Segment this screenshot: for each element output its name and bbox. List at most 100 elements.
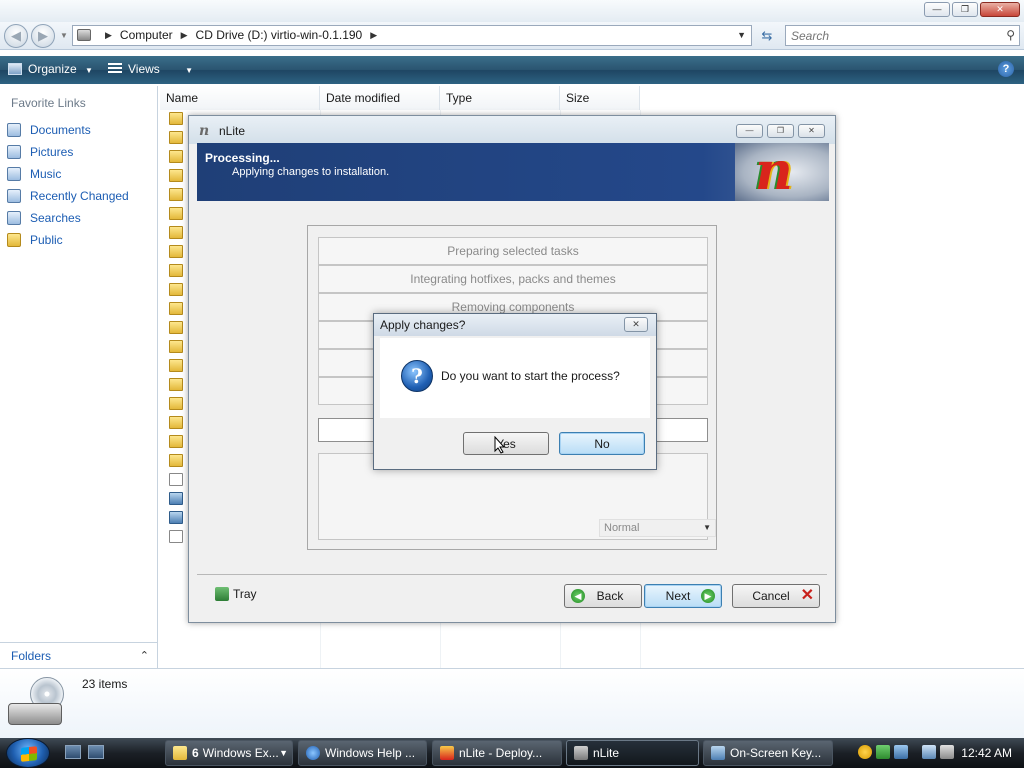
breadcrumb-arrow-icon[interactable]: ▶ [370, 26, 377, 45]
folder-icon[interactable] [169, 264, 183, 277]
taskbar-label: nLite [593, 746, 620, 760]
taskbar-clock[interactable]: 12:42 AM [961, 738, 1012, 768]
recent-pages-dropdown[interactable]: ▼ [60, 31, 68, 40]
maximize-button[interactable]: ❐ [952, 2, 978, 17]
column-header-size[interactable]: Size [560, 86, 640, 110]
yes-button[interactable]: Yes [463, 432, 549, 455]
address-box[interactable]: ▶ Computer ▶ CD Drive (D:) virtio-win-0.… [72, 25, 752, 46]
taskbar-windows-help[interactable]: Windows Help ... [298, 740, 427, 766]
nlite-close-button[interactable]: ✕ [798, 124, 825, 138]
network-icon[interactable] [922, 745, 936, 759]
taskbar-label: Windows Help ... [325, 746, 416, 760]
autorun-icon[interactable] [169, 530, 183, 543]
folder-icon[interactable] [169, 169, 183, 182]
chevron-down-icon: ▼ [85, 66, 93, 75]
organize-button[interactable]: Organize ▼ [8, 62, 93, 76]
navigation-pane: Favorite Links Documents Pictures Music … [0, 86, 158, 668]
favorite-recently-changed[interactable]: Recently Changed [7, 185, 129, 207]
help-icon[interactable]: ? [998, 61, 1014, 77]
back-nav-button[interactable]: ◀ [4, 24, 28, 48]
forward-nav-button[interactable]: ▶ [31, 24, 55, 48]
favorite-music[interactable]: Music [7, 163, 129, 185]
column-header-date-modified[interactable]: Date modified [320, 86, 440, 110]
defender-icon[interactable] [876, 745, 890, 759]
priority-select[interactable]: Normal ▼ [599, 519, 716, 537]
chevron-down-icon: ▼ [185, 66, 194, 75]
nlite-window-controls: — ❐ ✕ [736, 124, 825, 138]
folder-icon[interactable] [169, 302, 183, 315]
taskbar-nlite[interactable]: nLite [566, 740, 699, 766]
start-button[interactable] [6, 738, 50, 768]
minimize-button[interactable]: — [924, 2, 950, 17]
dialog-close-button[interactable]: ✕ [624, 317, 648, 332]
taskbar-windows-explorer[interactable]: 6 Windows Ex... ▼ [165, 740, 293, 766]
folder-icon[interactable] [169, 245, 183, 258]
no-button[interactable]: No [559, 432, 645, 455]
searches-icon [7, 211, 21, 225]
close-button[interactable]: ✕ [980, 2, 1020, 17]
favorite-searches[interactable]: Searches [7, 207, 129, 229]
folder-icon[interactable] [169, 321, 183, 334]
breadcrumb-cd-drive[interactable]: CD Drive (D:) virtio-win-0.1.190 [196, 26, 363, 45]
favorite-documents[interactable]: Documents [7, 119, 129, 141]
nlite-header-banner: Processing... Applying changes to instal… [197, 141, 829, 202]
address-dropdown-icon[interactable]: ▼ [737, 26, 746, 45]
nlite-minimize-button[interactable]: — [736, 124, 763, 138]
favorite-public[interactable]: Public [7, 229, 129, 251]
folder-icon[interactable] [169, 359, 183, 372]
setup-icon[interactable] [169, 511, 183, 524]
favorite-pictures[interactable]: Pictures [7, 141, 129, 163]
breadcrumb: ▶ Computer ▶ CD Drive (D:) virtio-win-0.… [97, 26, 385, 45]
folders-toggle[interactable]: Folders ⌃ [0, 642, 157, 668]
folder-icon[interactable] [169, 340, 183, 353]
switch-windows-icon[interactable] [88, 745, 104, 759]
folder-icon[interactable] [169, 416, 183, 429]
dialog-body: ? Do you want to start the process? [380, 338, 650, 418]
taskbar-on-screen-keyboard[interactable]: On-Screen Key... [703, 740, 833, 766]
tray-app-icon[interactable] [894, 745, 908, 759]
folder-icon[interactable] [169, 397, 183, 410]
show-desktop-icon[interactable] [65, 745, 81, 759]
taskbar-nlite-deploy[interactable]: nLite - Deploy... [432, 740, 562, 766]
views-icon [108, 63, 122, 75]
taskbar-label: nLite - Deploy... [459, 746, 543, 760]
folder-icon[interactable] [169, 378, 183, 391]
folder-icon[interactable] [169, 207, 183, 220]
column-header-name[interactable]: Name [160, 86, 320, 110]
search-input[interactable] [786, 26, 986, 45]
favorite-label: Searches [30, 211, 81, 225]
back-button[interactable]: ◀ Back [564, 584, 642, 608]
folder-icon[interactable] [169, 188, 183, 201]
refresh-icon[interactable]: ⇆ [756, 27, 778, 45]
tray-button[interactable]: Tray [215, 587, 257, 601]
public-folder-icon [7, 233, 21, 247]
folder-icon[interactable] [169, 226, 183, 239]
favorite-links-title: Favorite Links [11, 96, 86, 110]
volume-icon[interactable] [940, 745, 954, 759]
cancel-button[interactable]: Cancel ✕ [732, 584, 820, 608]
document-icon[interactable] [169, 473, 183, 486]
breadcrumb-computer[interactable]: Computer [120, 26, 173, 45]
setup-icon[interactable] [169, 492, 183, 505]
dialog-titlebar: Apply changes? ✕ [374, 314, 656, 336]
group-count: 6 [192, 746, 199, 760]
command-bar: Organize ▼ Views ▼ ? [0, 56, 1024, 84]
nlite-maximize-button[interactable]: ❐ [767, 124, 794, 138]
folder-icon[interactable] [169, 131, 183, 144]
folder-icon[interactable] [169, 435, 183, 448]
breadcrumb-arrow-icon[interactable]: ▶ [181, 26, 188, 45]
breadcrumb-arrow-icon[interactable]: ▶ [105, 26, 112, 45]
folder-icon[interactable] [169, 112, 183, 125]
details-pane: 23 items [0, 668, 1024, 738]
search-icon[interactable]: ⚲ [1006, 28, 1015, 42]
views-button[interactable]: Views ▼ [108, 62, 193, 76]
folder-icon[interactable] [169, 454, 183, 467]
taskbar-label: Windows Ex... [202, 746, 279, 760]
folder-icon[interactable] [169, 283, 183, 296]
next-button[interactable]: Next ▶ [644, 584, 722, 608]
dialog-title: Apply changes? [380, 318, 466, 332]
security-alert-icon[interactable] [858, 745, 872, 759]
favorite-label: Pictures [30, 145, 74, 159]
column-header-type[interactable]: Type [440, 86, 560, 110]
folder-icon[interactable] [169, 150, 183, 163]
